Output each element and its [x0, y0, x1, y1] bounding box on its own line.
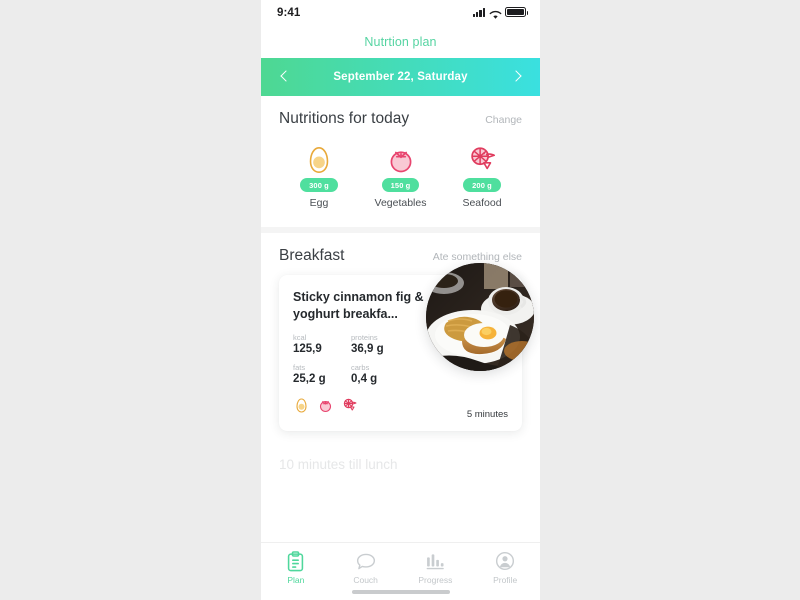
chevron-left-icon[interactable]	[277, 69, 293, 85]
page-title: Nutrtion plan	[364, 35, 437, 49]
tab-profile[interactable]: Profile	[470, 550, 540, 585]
clipboard-icon	[286, 550, 305, 572]
meal-card[interactable]: Sticky cinnamon fig & yoghurt breakfa...…	[279, 263, 534, 431]
egg-icon	[303, 142, 335, 176]
selected-date-label: September 22, Saturday	[333, 71, 468, 83]
nutritions-list: 300 g Egg 150 g Vegetables 200 g Seafood	[279, 142, 522, 209]
meal-name: Sticky cinnamon fig & yoghurt breakfa...	[293, 290, 424, 321]
meal-card-wrapper: Sticky cinnamon fig & yoghurt breakfa...…	[261, 263, 540, 431]
shrimp-icon	[466, 142, 498, 176]
nutritions-section: Nutritions for today Change 300 g Egg 15…	[261, 96, 540, 227]
breakfast-plate-photo[interactable]	[426, 263, 534, 371]
tab-progress[interactable]: Progress	[401, 550, 471, 585]
nutritions-title: Nutritions for today	[279, 110, 410, 127]
ate-something-else-button[interactable]: Ate something else	[433, 251, 522, 263]
person-circle-icon	[495, 550, 515, 572]
macro-fats: fats 25,2 g	[293, 363, 351, 385]
shrimp-icon	[341, 397, 358, 419]
status-bar: 9:41	[261, 0, 540, 26]
meal-prep-time: 5 minutes	[466, 409, 508, 420]
nutrition-item-egg[interactable]: 300 g Egg	[285, 142, 353, 209]
tab-label: Profile	[493, 575, 518, 585]
canvas: 9:41 Nutrtion plan September 22, Saturda…	[0, 0, 800, 600]
lunch-countdown: 10 minutes till lunch	[279, 457, 398, 472]
status-clock: 9:41	[277, 7, 301, 19]
tab-label: Plan	[287, 575, 305, 585]
nutrition-item-seafood[interactable]: 200 g Seafood	[448, 142, 516, 209]
tab-couch[interactable]: Couch	[331, 550, 401, 585]
change-nutritions-button[interactable]: Change	[485, 114, 522, 126]
navigation-bar: Nutrtion plan	[261, 26, 540, 58]
nutrition-name: Vegetables	[374, 197, 427, 209]
nutrition-amount-badge: 150 g	[381, 178, 420, 192]
macro-value: 36,9 g	[351, 343, 384, 355]
macro-value: 125,9	[293, 343, 322, 355]
cellular-signal-icon	[472, 7, 485, 17]
macro-label: kcal	[293, 333, 307, 342]
macro-value: 25,2 g	[293, 373, 326, 385]
home-indicator[interactable]	[351, 590, 450, 594]
tab-plan[interactable]: Plan	[261, 550, 331, 585]
nutrition-name: Seafood	[462, 197, 502, 209]
macro-label: fats	[293, 363, 306, 372]
nutrition-item-vegetables[interactable]: 150 g Vegetables	[367, 142, 435, 209]
nutrition-name: Egg	[309, 197, 329, 209]
macro-label: proteins	[351, 333, 378, 342]
tab-label: Progress	[418, 575, 453, 585]
macro-label: carbs	[351, 363, 370, 372]
date-selector: September 22, Saturday	[261, 58, 540, 96]
battery-full-icon	[505, 7, 529, 17]
breakfast-title: Breakfast	[279, 247, 345, 264]
tomato-icon	[317, 397, 334, 419]
egg-icon	[293, 397, 310, 419]
macro-proteins: proteins 36,9 g	[351, 333, 409, 355]
macro-kcal: kcal 125,9	[293, 333, 351, 355]
wifi-icon	[489, 7, 502, 19]
chevron-right-icon[interactable]	[508, 69, 524, 85]
status-indicators	[472, 7, 529, 19]
tab-bar: Plan Couch Progress Profile	[261, 542, 540, 600]
nutritions-header: Nutritions for today Change	[279, 110, 522, 128]
tomato-icon	[385, 142, 417, 176]
phone-screen: 9:41 Nutrtion plan September 22, Saturda…	[261, 0, 540, 600]
macro-carbs: carbs 0,4 g	[351, 363, 409, 385]
bar-chart-icon	[425, 550, 445, 572]
nutrition-amount-badge: 300 g	[300, 178, 338, 192]
nutrition-amount-badge: 200 g	[463, 178, 501, 192]
speech-bubble-icon	[356, 550, 376, 572]
tab-label: Couch	[353, 575, 378, 585]
macro-value: 0,4 g	[351, 373, 378, 385]
